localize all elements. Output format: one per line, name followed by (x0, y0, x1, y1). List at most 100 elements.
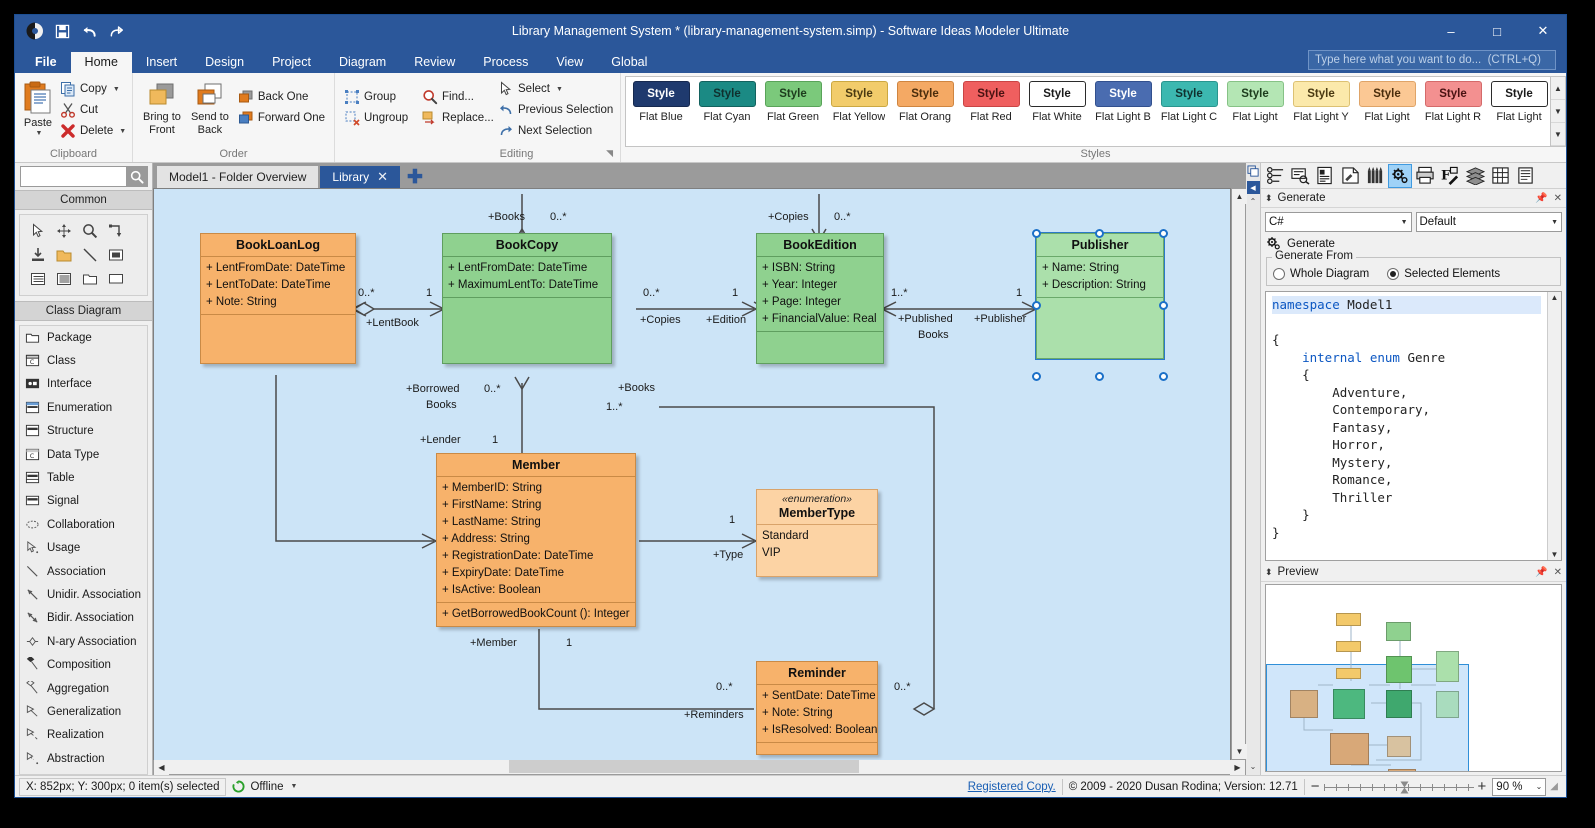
toolbox-item-generalization[interactable]: Generalization (20, 700, 147, 723)
chevron-down-icon[interactable]: ▼ (1398, 219, 1408, 226)
document-tab-model1[interactable]: Model1 - Folder Overview (157, 166, 318, 188)
style-item[interactable]: StyleFlat Yellow (829, 81, 889, 142)
close-button[interactable]: ✕ (1520, 15, 1566, 47)
scroll-right-icon[interactable]: ▶ (1230, 760, 1245, 775)
style-item[interactable]: StyleFlat Light R (1423, 81, 1483, 142)
format-icon[interactable]: F (1438, 164, 1462, 188)
uml-enumeration-membertype[interactable]: «enumeration» MemberType Standard VIP (756, 489, 878, 577)
move-icon[interactable] (52, 220, 76, 242)
zoom-slider[interactable]: − + (1305, 778, 1493, 795)
properties-icon[interactable] (1288, 164, 1312, 188)
style-item[interactable]: StyleFlat White (1027, 81, 1087, 142)
uml-class-bookloanlog[interactable]: BookLoanLog + LentFromDate: DateTime + L… (200, 233, 356, 364)
style-item[interactable]: StyleFlat Orang (895, 81, 955, 142)
ribbon-tab-review[interactable]: Review (400, 52, 469, 74)
generated-code-view[interactable]: namespace Model1 { internal enum Genre {… (1265, 291, 1562, 561)
uml-class-member[interactable]: Member + MemberID: String + FirstName: S… (436, 453, 636, 627)
toolbox-item-data-type[interactable]: CData Type (20, 443, 147, 466)
maximize-button[interactable]: □ (1474, 15, 1520, 47)
add-tab-icon[interactable]: ✚ (402, 170, 428, 188)
delete-button[interactable]: Delete ▼ (58, 121, 130, 141)
note-icon[interactable] (104, 244, 128, 266)
close-icon[interactable]: ✕ (1554, 193, 1562, 204)
bring-to-front-button[interactable]: Bring to Front (138, 79, 186, 138)
style-item[interactable]: StyleFlat Light B (1093, 81, 1153, 142)
cut-button[interactable]: Cut (58, 100, 130, 120)
uml-class-publisher[interactable]: Publisher + Name: String + Description: … (1036, 233, 1164, 359)
select-button[interactable]: Select ▼ (496, 79, 617, 99)
style-item[interactable]: StyleFlat Cyan (697, 81, 757, 142)
style-item[interactable]: StyleFlat Light C (1159, 81, 1219, 142)
uml-class-bookcopy[interactable]: BookCopy + LentFromDate: DateTime + Maxi… (442, 233, 612, 364)
connection-status[interactable]: Offline ▼ (226, 778, 303, 796)
uml-class-bookedition[interactable]: BookEdition + ISBN: String + Year: Integ… (756, 233, 884, 364)
toolbox-item-package[interactable]: Package (20, 326, 147, 349)
scroll-up-icon[interactable]: ▲ (1232, 189, 1247, 204)
template-select[interactable]: Default ▼ (1416, 212, 1563, 232)
style-chip[interactable]: Style (963, 81, 1020, 107)
style-chip[interactable]: Style (1029, 81, 1086, 107)
close-icon[interactable]: ✕ (1554, 567, 1562, 578)
gallery-scroll-down-icon[interactable]: ▼ (1551, 100, 1565, 123)
dock-pin-icon[interactable] (1247, 165, 1260, 178)
zoom-thumb[interactable] (1400, 781, 1409, 794)
resize-handle[interactable] (1095, 229, 1104, 238)
radio-whole-diagram[interactable]: Whole Diagram (1273, 268, 1369, 280)
generate-icon[interactable] (1388, 164, 1412, 188)
style-chip[interactable]: Style (699, 81, 756, 107)
toolbox-item-collaboration[interactable]: Collaboration (20, 513, 147, 536)
resize-handle[interactable] (1159, 229, 1168, 238)
uml-class-reminder[interactable]: Reminder + SentDate: DateTime + Note: St… (756, 661, 878, 755)
toolbox-item-usage[interactable]: Usage (20, 537, 147, 560)
list2-icon[interactable] (52, 268, 76, 290)
collapse-icon[interactable]: ⬍ (1265, 193, 1273, 204)
more-icon[interactable] (1513, 164, 1537, 188)
ribbon-tab-project[interactable]: Project (258, 52, 325, 74)
style-chip[interactable]: Style (1425, 81, 1482, 107)
style-chip[interactable]: Style (1491, 81, 1548, 107)
select-dropdown-icon[interactable]: ▼ (556, 86, 563, 93)
pointer-icon[interactable] (26, 220, 50, 242)
style-chip[interactable]: Style (1161, 81, 1218, 107)
resize-handle[interactable] (1159, 301, 1168, 310)
radio-icon[interactable] (1273, 268, 1285, 280)
back-one-button[interactable]: Back One (236, 87, 329, 107)
toolbox-item-unidir-association[interactable]: Unidir. Association (20, 583, 147, 606)
zoom-level-select[interactable]: 90 % ⌄ (1492, 778, 1546, 796)
list-icon[interactable] (26, 268, 50, 290)
paste-button[interactable]: Paste ▼ (20, 79, 56, 140)
collapse-icon[interactable]: ⬍ (1265, 567, 1273, 578)
line-icon[interactable] (78, 244, 102, 266)
chevron-down-icon[interactable]: ⌄ (1536, 782, 1543, 791)
radio-icon[interactable] (1387, 268, 1399, 280)
style-item[interactable]: StyleFlat Light (1357, 81, 1417, 142)
style-item[interactable]: StyleFlat Light (1225, 81, 1285, 142)
insert-icon[interactable] (26, 244, 50, 266)
scroll-down-icon[interactable]: ▼ (1232, 744, 1247, 759)
collapse-left-icon[interactable]: ◀ (1247, 181, 1260, 194)
language-select[interactable]: C# ▼ (1265, 212, 1412, 232)
style-chip[interactable]: Style (1293, 81, 1350, 107)
gallery-expand-icon[interactable]: ▼ (1551, 123, 1565, 146)
resize-handle[interactable] (1095, 372, 1104, 381)
minimize-button[interactable]: – (1428, 15, 1474, 47)
preview-thumbnail[interactable]: ⌄ (1265, 584, 1562, 772)
toolbox-item-signal[interactable]: Signal (20, 490, 147, 513)
resize-handle[interactable] (1032, 301, 1041, 310)
zoom-icon[interactable] (78, 220, 102, 242)
save-icon[interactable] (50, 19, 74, 43)
send-to-back-button[interactable]: Send to Back (186, 79, 234, 138)
toolbox-item-class[interactable]: CClass (20, 349, 147, 372)
resize-grip-icon[interactable]: ◢ (1546, 781, 1562, 792)
ribbon-tab-global[interactable]: Global (597, 52, 661, 74)
delete-dropdown-icon[interactable]: ▼ (119, 128, 126, 135)
style-item[interactable]: StyleFlat Blue (631, 81, 691, 142)
connector-icon[interactable] (104, 220, 128, 242)
document-tab-library[interactable]: Library ✕ (320, 166, 400, 188)
copy-dropdown-icon[interactable]: ▼ (113, 86, 120, 93)
next-selection-button[interactable]: Next Selection (496, 121, 617, 141)
app-logo-icon[interactable] (23, 19, 47, 43)
ribbon-tab-design[interactable]: Design (191, 52, 258, 74)
undo-icon[interactable] (77, 19, 101, 43)
style-item[interactable]: StyleFlat Light Y (1291, 81, 1351, 142)
